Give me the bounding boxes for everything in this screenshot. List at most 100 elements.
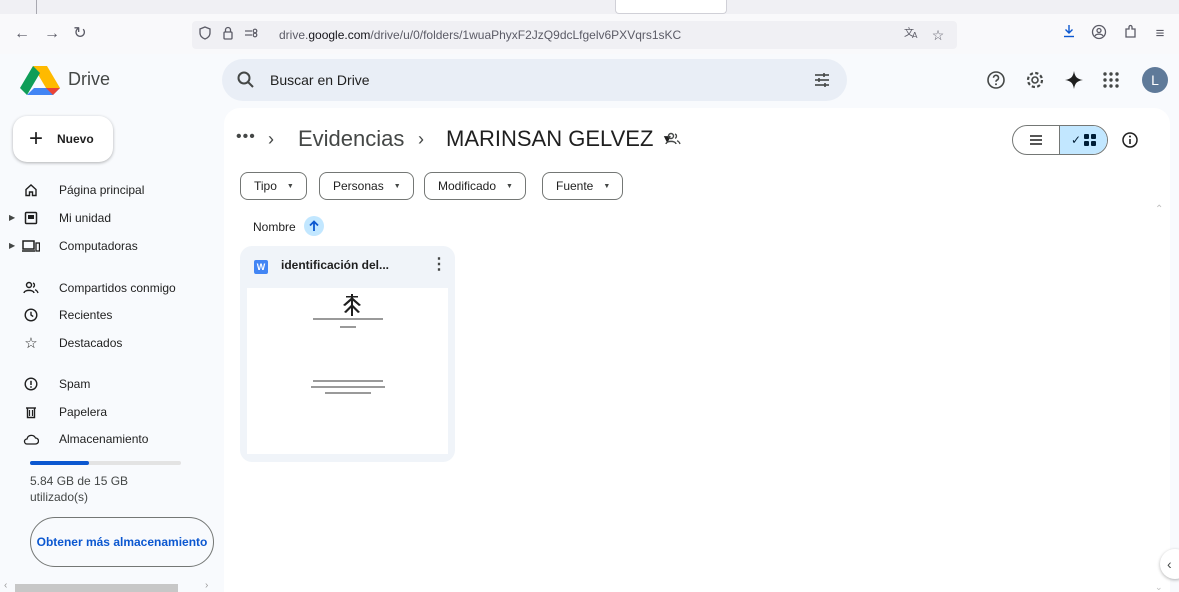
settings-gear-icon[interactable] (1023, 68, 1047, 92)
filter-label: Modificado (438, 179, 497, 193)
reload-icon[interactable]: ↻ (70, 24, 90, 44)
thumbnail-text-line (325, 392, 371, 394)
home-icon (22, 181, 40, 199)
filter-label: Personas (333, 179, 384, 193)
back-icon[interactable]: ← (12, 24, 32, 44)
permissions-icon[interactable] (242, 25, 260, 45)
sidebar-item-recent[interactable]: Recientes (14, 303, 210, 327)
scroll-right-icon[interactable]: › (205, 580, 208, 591)
sidebar-item-trash[interactable]: Papelera (14, 400, 210, 424)
sidebar-item-starred[interactable]: ☆ Destacados (14, 331, 210, 355)
get-more-storage-button[interactable]: Obtener más almacenamiento (30, 517, 214, 567)
drive-logo-icon[interactable] (20, 64, 60, 96)
help-icon[interactable] (984, 68, 1008, 92)
file-card[interactable]: W identificación del... ⋮ (240, 246, 455, 462)
people-icon (22, 279, 40, 297)
main-content: ••• › Evidencias › MARINSAN GELVEZ ▼ ✓ T… (224, 108, 1170, 592)
sidebar-item-label: Almacenamiento (59, 432, 149, 446)
sidebar-item-label: Computadoras (59, 239, 138, 253)
sidebar-item-spam[interactable]: Spam (14, 372, 210, 396)
sidebar-item-storage[interactable]: Almacenamiento (14, 427, 210, 451)
breadcrumb-parent[interactable]: Evidencias (298, 126, 404, 152)
chevron-down-icon: ▼ (286, 182, 294, 190)
apps-grid-icon[interactable] (1099, 68, 1123, 92)
sidebar-item-my-drive[interactable]: ▶ Mi unidad (9, 206, 210, 230)
file-thumbnail[interactable] (247, 288, 448, 454)
breadcrumb-current-folder[interactable]: MARINSAN GELVEZ ▼ (446, 126, 673, 152)
arrow-up-icon (309, 220, 319, 231)
sena-logo-icon (343, 294, 361, 316)
storage-usage-text: 5.84 GB de 15 GB utilizado(s) (30, 474, 129, 504)
sidebar-item-label: Compartidos conmigo (59, 281, 176, 295)
sidebar-item-label: Mi unidad (59, 211, 112, 225)
sidebar-item-label: Spam (59, 377, 91, 391)
account-icon[interactable] (1088, 24, 1110, 44)
sidebar-item-computers[interactable]: ▶ Computadoras (9, 234, 210, 258)
address-bar[interactable]: drive.google.com/drive/u/0/folders/1wuaP… (192, 21, 957, 49)
search-options-icon[interactable] (812, 70, 832, 90)
view-toggle: ✓ (1012, 125, 1108, 155)
search-icon[interactable] (236, 70, 256, 90)
filter-label: Fuente (556, 179, 594, 193)
file-name[interactable]: identificación del... (281, 258, 389, 272)
app-header: Drive L (0, 54, 1179, 106)
sidebar-item-home[interactable]: Página principal (14, 178, 210, 202)
storage-progress-fill (30, 461, 89, 465)
sidebar-item-label: Papelera (59, 405, 108, 419)
scroll-down-icon[interactable]: ⌄ (1155, 582, 1163, 592)
info-icon[interactable] (1121, 131, 1139, 149)
sidebar-item-shared[interactable]: Compartidos conmigo (14, 276, 210, 300)
search-input[interactable] (270, 65, 790, 95)
new-button[interactable]: + Nuevo (13, 116, 113, 162)
browser-tab[interactable] (615, 0, 727, 14)
star-icon: ☆ (24, 335, 38, 352)
scroll-left-icon[interactable]: ‹ (4, 580, 7, 591)
scroll-up-icon[interactable]: ⌃ (1155, 204, 1163, 215)
expand-caret-icon[interactable]: ▶ (9, 241, 15, 250)
avatar[interactable]: L (1142, 67, 1168, 93)
filter-chip-type[interactable]: Tipo ▼ (240, 172, 307, 200)
new-button-label: Nuevo (57, 132, 94, 146)
scrollbar-thumb[interactable] (15, 584, 178, 592)
bookmark-star-icon[interactable]: ☆ (929, 25, 947, 45)
grid-icon (1084, 134, 1097, 146)
list-view-button[interactable] (1013, 126, 1061, 154)
plus-icon: + (29, 125, 44, 152)
shield-icon[interactable] (196, 25, 214, 45)
translate-icon[interactable]: 文A (903, 25, 921, 45)
forward-icon[interactable]: → (42, 24, 62, 44)
breadcrumb-more-icon[interactable]: ••• (236, 128, 256, 146)
grid-view-button[interactable]: ✓ (1060, 126, 1107, 154)
lock-icon[interactable] (219, 25, 237, 45)
drive-icon (22, 209, 40, 227)
sidebar-item-label: Recientes (59, 308, 113, 322)
app-title[interactable]: Drive (68, 69, 110, 90)
chevron-down-icon: ▼ (506, 182, 513, 190)
trash-icon (22, 403, 40, 421)
download-icon[interactable] (1058, 24, 1080, 44)
filter-chip-people[interactable]: Personas ▼ (319, 172, 414, 200)
current-folder-name: MARINSAN GELVEZ (446, 126, 654, 151)
list-icon (1030, 135, 1042, 145)
sort-by-label[interactable]: Nombre (253, 220, 296, 234)
breadcrumb-chevron-icon: › (268, 129, 274, 149)
filter-chip-modified[interactable]: Modificado ▼ (424, 172, 526, 200)
sidebar-horizontal-scrollbar[interactable]: ‹ › (0, 580, 215, 592)
url-text[interactable]: drive.google.com/drive/u/0/folders/1wuaP… (279, 28, 681, 42)
menu-icon[interactable]: ≡ (1149, 24, 1171, 44)
filter-chip-source[interactable]: Fuente ▼ (542, 172, 624, 200)
filter-label: Tipo (254, 179, 277, 193)
word-file-icon: W (254, 260, 268, 274)
breadcrumb-chevron-icon: › (418, 129, 424, 149)
thumbnail-text-line (313, 318, 383, 320)
expand-caret-icon[interactable]: ▶ (9, 213, 15, 222)
search-bar[interactable] (222, 59, 847, 101)
url-subdomain: drive. (279, 28, 309, 42)
chevron-down-icon: ▼ (393, 182, 401, 190)
thumbnail-text-line (311, 386, 385, 388)
url-domain: google.com (308, 28, 371, 42)
gemini-sparkle-icon[interactable] (1062, 68, 1086, 92)
sort-direction-button[interactable] (304, 216, 324, 236)
more-options-icon[interactable]: ⋮ (431, 256, 447, 274)
extensions-icon[interactable] (1119, 24, 1141, 44)
